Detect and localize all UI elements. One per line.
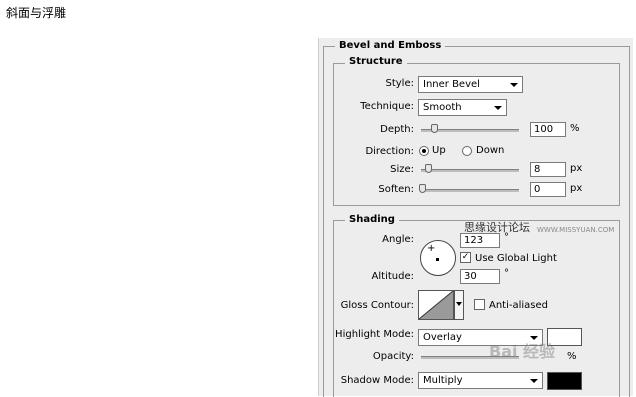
direction-label: Direction: [365, 146, 414, 157]
altitude-label: Altitude: [371, 271, 414, 282]
gloss-contour-dropdown[interactable] [454, 290, 464, 320]
chevron-down-icon [530, 379, 538, 383]
altitude-unit: ° [504, 268, 509, 279]
chevron-down-icon [494, 106, 502, 110]
style-label: Style: [385, 78, 415, 89]
depth-unit: % [570, 123, 580, 134]
soften-slider-track[interactable] [421, 189, 519, 192]
soften-label: Soften: [378, 184, 414, 195]
soften-unit: px [570, 183, 583, 194]
shadow-mode-dropdown[interactable]: Multiply [418, 372, 543, 389]
chevron-down-icon [510, 83, 518, 87]
size-unit: px [570, 163, 583, 174]
bevel-emboss-panel: Bevel and Emboss Structure Style: Inner … [318, 38, 633, 397]
style-dropdown[interactable]: Inner Bevel [418, 76, 523, 93]
angle-dot [436, 258, 439, 261]
technique-dropdown[interactable]: Smooth [418, 99, 507, 116]
gloss-contour-preview[interactable] [418, 290, 454, 320]
chevron-down-icon [456, 302, 462, 306]
depth-input[interactable]: 100 [530, 122, 566, 137]
use-global-light-checkbox[interactable]: ✓ [460, 252, 471, 263]
direction-up-radio[interactable] [419, 146, 429, 156]
watermark-site-cn: 思缘设计论坛 [464, 221, 530, 234]
page-caption: 斜面与浮雕 [6, 6, 67, 20]
use-global-light-label: Use Global Light [475, 253, 557, 264]
altitude-input[interactable]: 30 [460, 269, 500, 284]
size-label: Size: [390, 164, 414, 175]
direction-down-label: Down [476, 145, 505, 156]
size-slider-track[interactable] [421, 169, 519, 172]
shadow-mode-value: Multiply [423, 375, 463, 386]
anti-aliased-checkbox[interactable] [474, 299, 485, 310]
depth-label: Depth: [380, 124, 414, 135]
bevel-emboss-title: Bevel and Emboss [335, 40, 446, 51]
direction-down-radio[interactable] [462, 146, 472, 156]
highlight-mode-label: Highlight Mode: [335, 329, 414, 340]
soften-input[interactable]: 0 [530, 182, 566, 197]
angle-label: Angle: [382, 234, 414, 245]
shadow-color-swatch[interactable] [547, 372, 582, 390]
size-input[interactable]: 8 [530, 162, 566, 177]
gloss-contour-label: Gloss Contour: [340, 300, 414, 311]
size-slider-thumb[interactable] [425, 164, 432, 173]
opacity-unit: % [567, 351, 577, 362]
opacity-label: Opacity: [372, 351, 414, 362]
anti-aliased-label: Anti-aliased [489, 300, 549, 311]
shadow-mode-label: Shadow Mode: [340, 375, 414, 386]
watermark-site-url: WWW.MISSYUAN.COM [537, 226, 615, 234]
angle-dial[interactable]: + [420, 240, 456, 276]
crosshair-icon: + [427, 243, 436, 254]
soften-slider-thumb[interactable] [419, 184, 426, 193]
shading-title: Shading [345, 214, 399, 225]
angle-input[interactable]: 123 [460, 233, 500, 248]
direction-up-label: Up [432, 145, 446, 156]
contour-curve-icon [419, 291, 453, 319]
depth-slider-thumb[interactable] [430, 124, 438, 133]
technique-value: Smooth [423, 102, 462, 113]
style-value: Inner Bevel [423, 79, 480, 90]
watermark-baidu: Bai 经验 [489, 342, 556, 361]
highlight-mode-value: Overlay [423, 332, 462, 343]
technique-label: Technique: [360, 101, 414, 112]
structure-title: Structure [345, 56, 407, 67]
